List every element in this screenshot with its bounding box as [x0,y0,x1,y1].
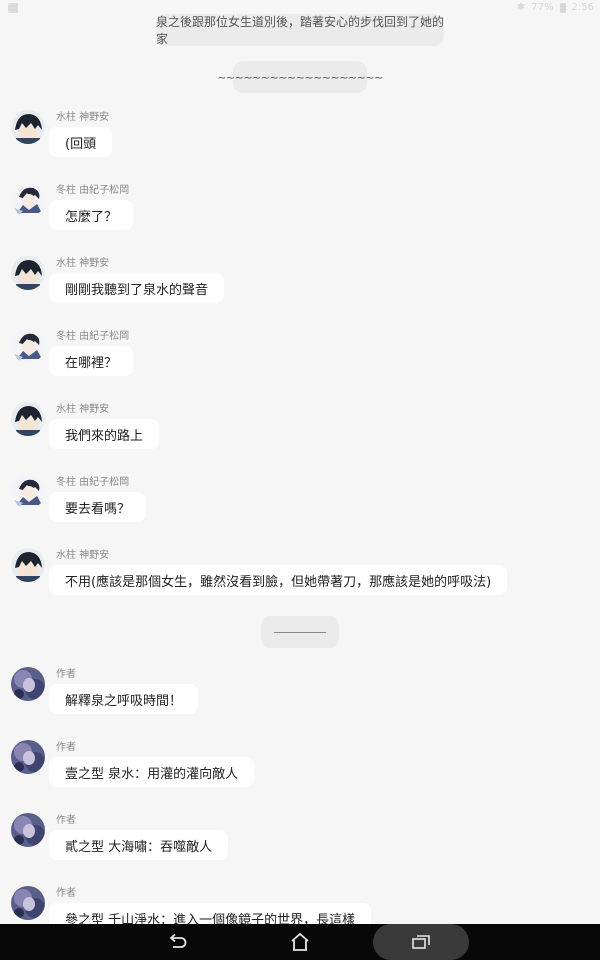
sender-name: 作者 [56,742,76,753]
message-bubble[interactable]: 在哪裡？ [49,346,134,376]
avatar[interactable] [11,548,45,582]
message-bubble[interactable]: 壹之型 泉水：用灌的灌向敵人 [49,757,255,787]
sender-name: 冬柱 由紀子松岡 [56,477,130,488]
chat-message[interactable]: 作者 壹之型 泉水：用灌的灌向敵人 [0,740,600,810]
sender-name: 冬柱 由紀子松岡 [56,185,130,196]
recent-apps-icon [412,935,430,949]
home-icon [291,932,309,951]
sender-name: 冬柱 由紀子松岡 [56,331,130,342]
battery-icon [559,2,566,13]
avatar[interactable] [11,886,45,920]
status-indicators: ✱ 77% 2:56 [517,2,594,13]
separator-pill [261,616,339,648]
avatar[interactable] [11,256,45,290]
message-bubble[interactable]: 怎麼了？ [49,200,134,230]
avatar[interactable] [11,475,45,509]
separator-line [274,631,326,633]
message-bubble[interactable]: (回頭 [49,127,113,157]
sender-name: 水柱 神野安 [56,404,110,415]
sender-name: 水柱 神野安 [56,258,110,269]
navigation-bar [0,924,600,960]
notification-icon [8,3,18,13]
message-bubble[interactable]: 解釋泉之呼吸時間！ [49,684,199,714]
chat-message[interactable]: 水柱 神野安 (回頭 [0,110,600,180]
back-button[interactable] [158,924,198,960]
avatar[interactable] [11,110,45,144]
avatar[interactable] [11,667,45,701]
battery-level: 77% [531,2,554,13]
sender-name: 水柱 神野安 [56,112,110,123]
sender-name: 水柱 神野安 [56,550,110,561]
signal-icon: ✱ [516,2,526,13]
chat-message[interactable]: 作者 貳之型 大海嘯：吞噬敵人 [0,813,600,883]
message-bubble[interactable]: 貳之型 大海嘯：吞噬敵人 [49,830,229,860]
chat-message[interactable]: 冬柱 由紀子松岡 要去看嗎？ [0,475,600,545]
sender-name: 作者 [56,669,76,680]
avatar[interactable] [11,329,45,363]
avatar[interactable] [11,402,45,436]
avatar[interactable] [11,813,45,847]
chat-message[interactable]: 水柱 神野安 我們來的路上 [0,402,600,472]
message-bubble[interactable]: 剛剛我聽到了泉水的聲音 [49,273,225,303]
chat-message[interactable]: 作者 解釋泉之呼吸時間！ [0,667,600,737]
message-bubble[interactable]: 要去看嗎？ [49,492,147,522]
avatar[interactable] [11,740,45,774]
message-bubble[interactable]: 我們來的路上 [49,419,160,449]
system-note-divider: ~~~~~~~~~~~~~~~~~~~ [217,61,383,93]
system-note: 泉之後跟那位女生道別後，踏著安心的步伐回到了她的家 [156,14,445,46]
avatar[interactable] [11,183,45,217]
back-icon [169,933,187,948]
sender-name: 作者 [56,888,76,899]
chat-message[interactable]: 冬柱 由紀子松岡 在哪裡？ [0,329,600,399]
sender-name: 作者 [56,815,76,826]
message-bubble[interactable]: 不用(應該是那個女生，雖然沒看到臉，但她帶著刀，那應該是她的呼吸法) [49,565,508,595]
chat-message[interactable]: 水柱 神野安 剛剛我聽到了泉水的聲音 [0,256,600,326]
home-button[interactable] [280,924,320,960]
recent-apps-button[interactable] [373,924,469,960]
chat-message[interactable]: 水柱 神野安 不用(應該是那個女生，雖然沒看到臉，但她帶著刀，那應該是她的呼吸法… [0,548,600,618]
status-time: 2:56 [571,2,594,13]
chat-message[interactable]: 冬柱 由紀子松岡 怎麼了？ [0,183,600,253]
